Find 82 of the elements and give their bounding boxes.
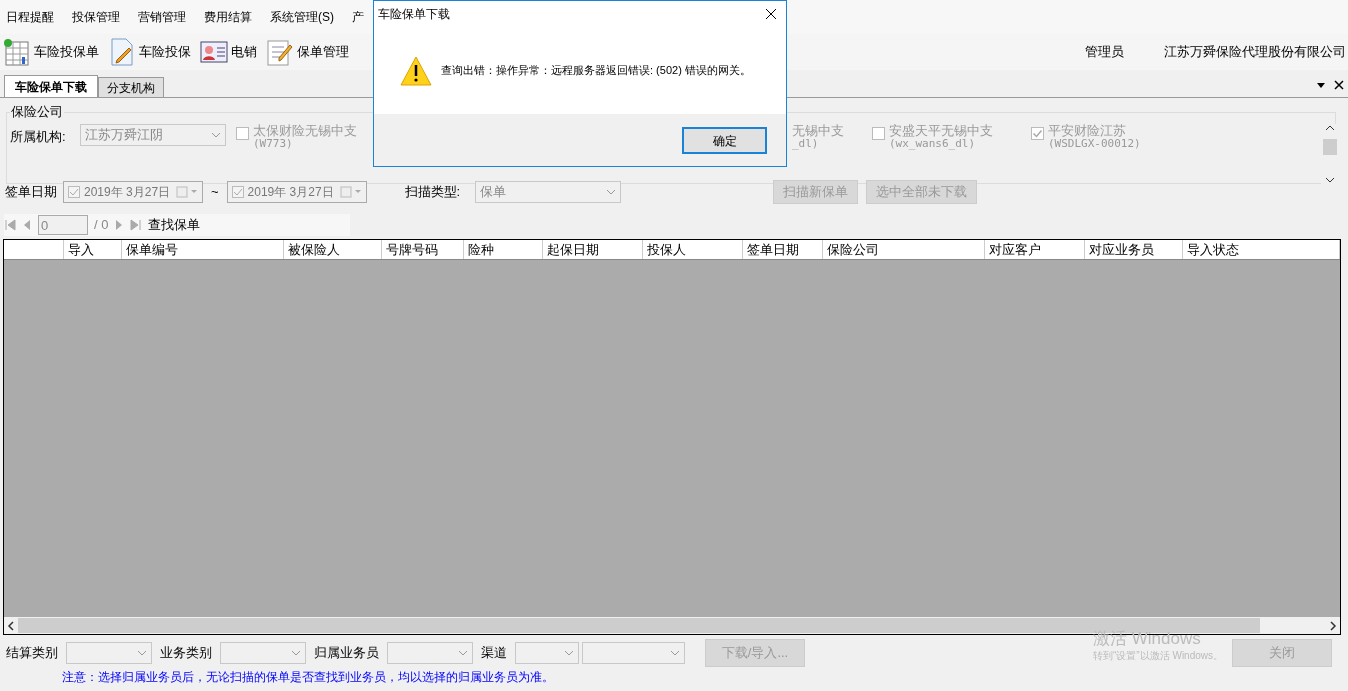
column-header[interactable]: 对应业务员	[1085, 240, 1183, 259]
toolbar-button[interactable]: 保单管理	[265, 37, 349, 67]
field-label: 结算类别	[6, 644, 58, 663]
close-icon[interactable]	[1334, 80, 1344, 90]
ok-button[interactable]: 确定	[682, 127, 767, 154]
tab[interactable]: 分支机构	[98, 77, 164, 97]
scan-type-label: 扫描类型:	[404, 182, 462, 201]
column-header[interactable]: 对应客户	[985, 240, 1085, 259]
company-code: (wx_wans6_dl)	[889, 136, 976, 150]
chevron-down-icon	[137, 650, 147, 656]
activation-title: 激活 Windows	[1093, 630, 1202, 647]
menu-item[interactable]: 产	[350, 8, 366, 26]
column-header[interactable]: 保险公司	[823, 240, 985, 259]
filter-dropdown[interactable]	[220, 642, 306, 664]
filter-dropdown[interactable]	[515, 642, 579, 664]
page-total: / 0	[94, 216, 109, 235]
menu-item[interactable]: 营销管理	[136, 8, 188, 26]
scroll-up-icon[interactable]	[1324, 123, 1335, 132]
field-label: 归属业务员	[314, 644, 379, 663]
menu-item[interactable]: 投保管理	[70, 8, 122, 26]
date-label: 签单日期	[5, 182, 58, 201]
chevron-down-icon	[211, 131, 221, 138]
dialog-title: 车险保单下载	[378, 6, 451, 23]
company-code: (W773)	[253, 136, 293, 150]
field-label: 渠道	[481, 644, 507, 663]
chevron-down-icon	[458, 650, 468, 656]
org-label: 所属机构:	[10, 127, 67, 146]
filter-dropdown[interactable]	[66, 642, 152, 664]
column-header[interactable]: 导入状态	[1183, 240, 1340, 259]
first-page-icon[interactable]	[4, 219, 16, 231]
start-date-field[interactable]: 2019年 3月27日	[63, 180, 203, 203]
company-name: 平安财险江苏	[1048, 123, 1127, 137]
checklist-pencil-icon	[265, 37, 295, 67]
column-header[interactable]: 被保险人	[284, 240, 382, 259]
scrollbar-thumb[interactable]	[1322, 138, 1337, 155]
checkbox[interactable]	[872, 126, 885, 140]
checkbox[interactable]	[1031, 126, 1044, 140]
column-header[interactable]: 投保人	[643, 240, 743, 259]
close-icon[interactable]	[765, 8, 777, 20]
calendar-icon	[176, 185, 198, 198]
calendar-icon	[339, 185, 362, 198]
toolbar-button[interactable]: 车险投保单	[2, 37, 99, 67]
chevron-down-icon	[564, 650, 574, 656]
column-header[interactable]: 起保日期	[543, 240, 643, 259]
column-header[interactable]: 签单日期	[743, 240, 823, 259]
checkbox-icon	[231, 185, 244, 198]
column-header[interactable]: 险种	[464, 240, 543, 259]
find-policy-button[interactable]: 查找保单	[148, 215, 201, 235]
chevron-down-icon	[605, 188, 616, 195]
company-code: _dl)	[792, 136, 819, 150]
column-header[interactable]: 导入	[64, 240, 122, 259]
group-title: 保险公司	[10, 104, 64, 119]
company-name: 安盛天平无锡中支	[889, 123, 993, 137]
date-separator: ~	[211, 182, 219, 201]
filter-dropdown[interactable]	[582, 642, 685, 664]
field-label: 业务类别	[160, 644, 212, 663]
company-name: 太保财险无锡中支	[253, 123, 357, 137]
column-header[interactable]: 号牌号码	[382, 240, 464, 259]
last-page-icon[interactable]	[130, 219, 143, 231]
warning-icon	[400, 55, 432, 86]
error-message: 查询出错：操作异常：远程服务器返回错误: (502) 错误的网关。	[441, 63, 751, 79]
menu-item[interactable]: 系统管理(S)	[268, 8, 336, 26]
tab[interactable]: 车险保单下载	[4, 75, 98, 97]
company-code: (WSDLGX-00012)	[1048, 136, 1141, 150]
checkbox-icon	[68, 185, 80, 198]
checkbox[interactable]	[236, 126, 249, 140]
previous-page-icon[interactable]	[22, 219, 32, 231]
toolbar-button[interactable]: 电销	[199, 37, 257, 67]
chevron-down-icon	[291, 650, 301, 656]
dropdown-arrow-icon[interactable]	[1316, 81, 1326, 89]
toolbar-button[interactable]: 车险投保	[107, 37, 191, 67]
user-name: 管理员	[1085, 43, 1124, 62]
scroll-down-icon[interactable]	[1324, 175, 1335, 184]
menu-item[interactable]: 费用结算	[202, 8, 254, 26]
column-header[interactable]: 保单编号	[122, 240, 284, 259]
end-date-field[interactable]: 2019年 3月27日	[226, 180, 367, 203]
menu-item[interactable]: 日程提醒	[4, 8, 56, 26]
filter-dropdown[interactable]	[387, 642, 473, 664]
company-name: 无锡中支	[792, 123, 844, 137]
notice-text: 注意：选择归属业务员后，无论扫描的保单是否查找到业务员，均以选择的归属业务员为准。	[61, 669, 555, 686]
company-name: 江苏万舜保险代理股份有限公司	[1164, 43, 1346, 62]
chevron-down-icon	[670, 650, 680, 656]
